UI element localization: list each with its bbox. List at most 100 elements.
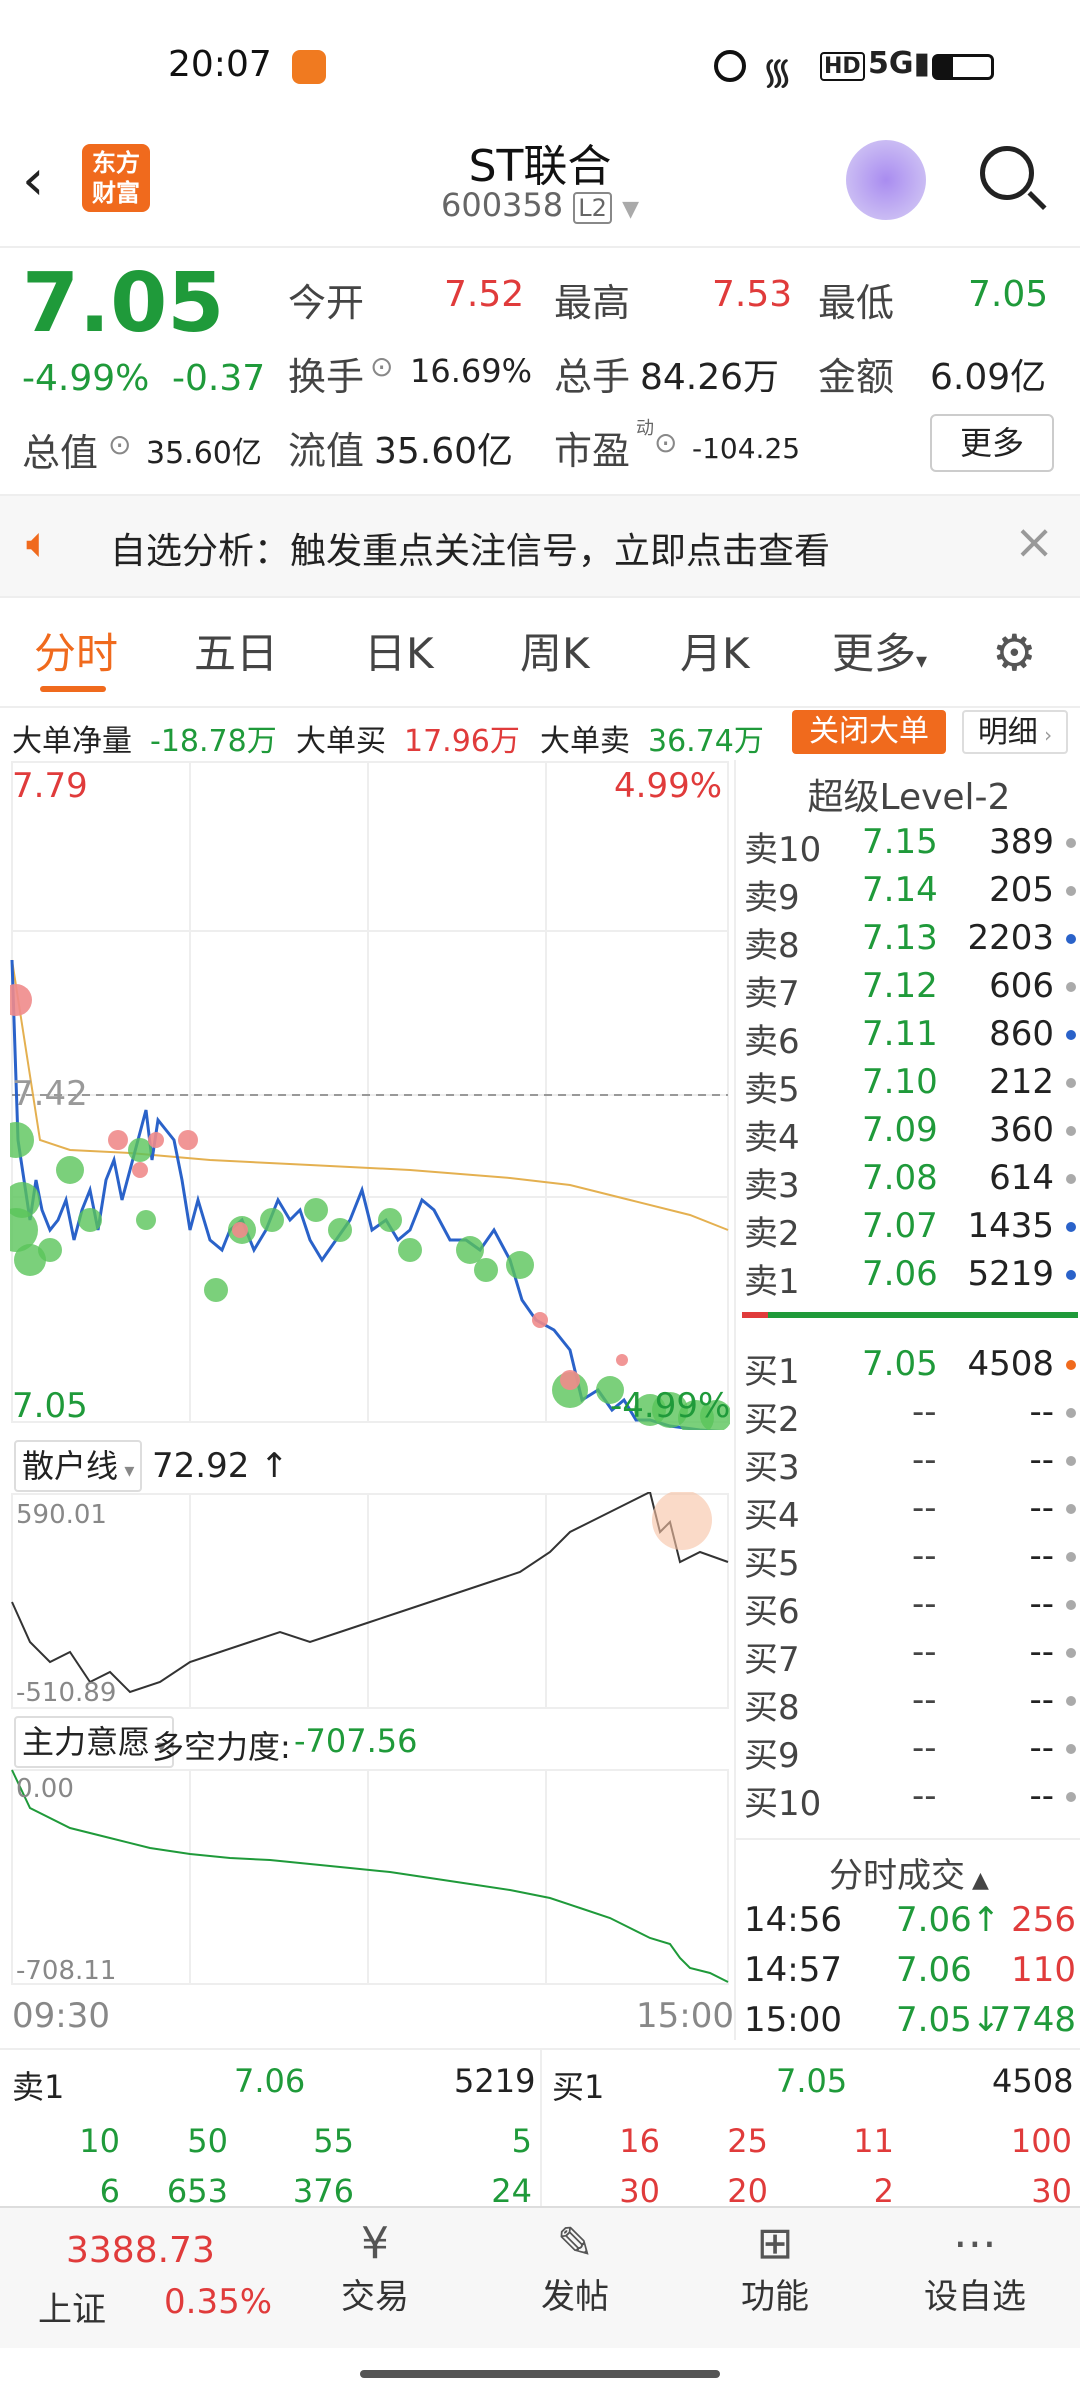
tab-daily-k[interactable]: 日K [364,620,434,681]
ask-dot [1066,1078,1076,1088]
chevron-down-icon: ▼ [622,197,640,222]
close-big-order-button[interactable]: 关闭大单 [792,710,946,754]
search-icon[interactable] [980,146,1034,200]
index-pct[interactable]: 0.35% [164,2282,272,2322]
wifi-icon: ᯾ [762,52,793,93]
bid-row[interactable]: 买8 -- -- [736,1680,1080,1728]
queue-cell: 6 [99,2172,120,2210]
ask-row[interactable]: 卖8 7.13 2203 [736,918,1080,966]
bid-row[interactable]: 买10 -- -- [736,1776,1080,1824]
ask-row[interactable]: 卖5 7.10 212 [736,1062,1080,1110]
retail-line-chart[interactable]: 散户线 ▾ 72.92 ↑ 590.01 -510.89 [10,1440,730,1710]
info-icon[interactable]: ⊙ [370,350,393,383]
close-icon[interactable]: × [1014,514,1054,570]
chart-bottom-price: 7.05 [12,1386,88,1426]
order-book-title[interactable]: 超级Level-2 [736,768,1080,820]
bid-level: 买1 [744,1352,800,1392]
tab-five-day[interactable]: 五日 [194,620,278,681]
more-button[interactable]: 更多 [930,414,1054,472]
ask-price: 7.12 [862,966,938,1006]
high-label: 最高 [554,281,631,325]
post-button[interactable]: ✎ 发帖 [500,2218,650,2318]
function-button[interactable]: ⊞ 功能 [700,2218,850,2318]
bid-row[interactable]: 买4 -- -- [736,1488,1080,1536]
bid-level: 买4 [744,1496,800,1536]
ask-row[interactable]: 卖9 7.14 205 [736,870,1080,918]
tick-price: 7.05↓ [896,2000,1001,2040]
retail-line-selector[interactable]: 散户线 ▾ [14,1440,143,1492]
bid-volume: -- [1029,1776,1054,1816]
ask-row[interactable]: 卖4 7.09 360 [736,1110,1080,1158]
level-badge: L2 [573,192,612,224]
tick-volume: 7748 [989,2000,1076,2040]
ask-row[interactable]: 卖6 7.11 860 [736,1014,1080,1062]
main-force-selector[interactable]: 主力意愿 ▾ [14,1716,175,1768]
bid-dot [1066,1648,1076,1658]
ask-row[interactable]: 卖7 7.12 606 [736,966,1080,1014]
bid-dot [1066,1456,1076,1466]
ask-price: 7.15 [862,822,938,862]
ask-row[interactable]: 卖3 7.08 614 [736,1158,1080,1206]
add-watchlist-label: 设自选 [924,2277,1026,2317]
add-watchlist-button[interactable]: ⋯ 设自选 [900,2218,1050,2318]
ticks-title-label: 分时成交 [829,1856,966,1896]
queue-cell: 50 [187,2122,228,2160]
chart-top-pct: 4.99% [614,766,723,806]
bid-level: 买3 [744,1448,800,1488]
intraday-chart[interactable]: 7.79 4.99% 7.42 7.05 -4.99% [10,760,730,1430]
volume-value: 84.26万 [640,357,780,398]
ask-row[interactable]: 卖10 7.15 389 [736,822,1080,870]
bid-price: -- [912,1728,937,1768]
queue-cell: 55 [313,2122,354,2160]
ask-row[interactable]: 卖2 7.07 1435 [736,1206,1080,1254]
pe-superscript: 动 [636,418,654,439]
bid-row[interactable]: 买3 -- -- [736,1440,1080,1488]
bid-dot [1066,1504,1076,1514]
trade-button[interactable]: ¥ 交易 [300,2218,450,2318]
big-net-value: -18.78万 [150,724,277,759]
amount-label: 金额 [818,355,895,399]
chart-bottom-pct: -4.99% [610,1386,731,1426]
bid-volume: -- [1029,1728,1054,1768]
power-value: -707.56 [294,1722,418,1760]
info-icon[interactable]: ⊙ [108,428,131,461]
speaker-icon: 🔈︎ [26,518,52,567]
assistant-avatar[interactable] [846,140,926,220]
analysis-banner[interactable]: 🔈︎ 自选分析：触发重点关注信号，立即点击查看 × [0,494,1080,598]
power-min: -708.11 [16,1956,117,1986]
index-value[interactable]: 3388.73 [66,2230,215,2271]
ask-dot [1066,1174,1076,1184]
ask-row[interactable]: 卖1 7.06 5219 [736,1254,1080,1302]
index-name[interactable]: 上证 [38,2282,106,2331]
info-icon[interactable]: ⊙ [654,426,677,459]
bid-row[interactable]: 买7 -- -- [736,1632,1080,1680]
bid-volume: -- [1029,1680,1054,1720]
hd-icon: HD [820,52,865,81]
tab-monthly-k[interactable]: 月K [680,620,750,681]
detail-button[interactable]: 明细 › [962,710,1068,754]
ask-level: 卖3 [744,1166,800,1206]
tab-weekly-k[interactable]: 周K [520,620,590,681]
tab-more[interactable]: 更多▾ [832,620,927,681]
bid-row[interactable]: 买5 -- -- [736,1536,1080,1584]
settings-gear-icon[interactable]: ⚙ [992,624,1037,682]
ask-volume: 360 [989,1110,1054,1150]
ask-level: 卖7 [744,974,800,1014]
queue-cell: 2 [873,2172,894,2210]
bid-volume: -- [1029,1440,1054,1480]
queue-divider [540,2050,542,2208]
tab-intraday[interactable]: 分时 [34,620,118,681]
bid-row[interactable]: 买9 -- -- [736,1728,1080,1776]
bid-row[interactable]: 买1 7.05 4508 [736,1344,1080,1392]
ask-dot [1066,982,1076,992]
bid-row[interactable]: 买2 -- -- [736,1392,1080,1440]
main-force-chart[interactable]: 主力意愿 ▾ 多空力度: -707.56 0.00 -708.11 [10,1712,730,1992]
bid-row[interactable]: 买6 -- -- [736,1584,1080,1632]
queue-cell: 100 [1010,2122,1072,2160]
change-percent: -4.99% [22,358,150,399]
turnover-value: 16.69% [410,352,533,390]
edit-icon: ✎ [556,2218,594,2269]
function-label: 功能 [741,2277,809,2317]
ticks-title[interactable]: 分时成交 ▲ [736,1838,1080,1897]
time-start: 09:30 [12,1996,110,2036]
